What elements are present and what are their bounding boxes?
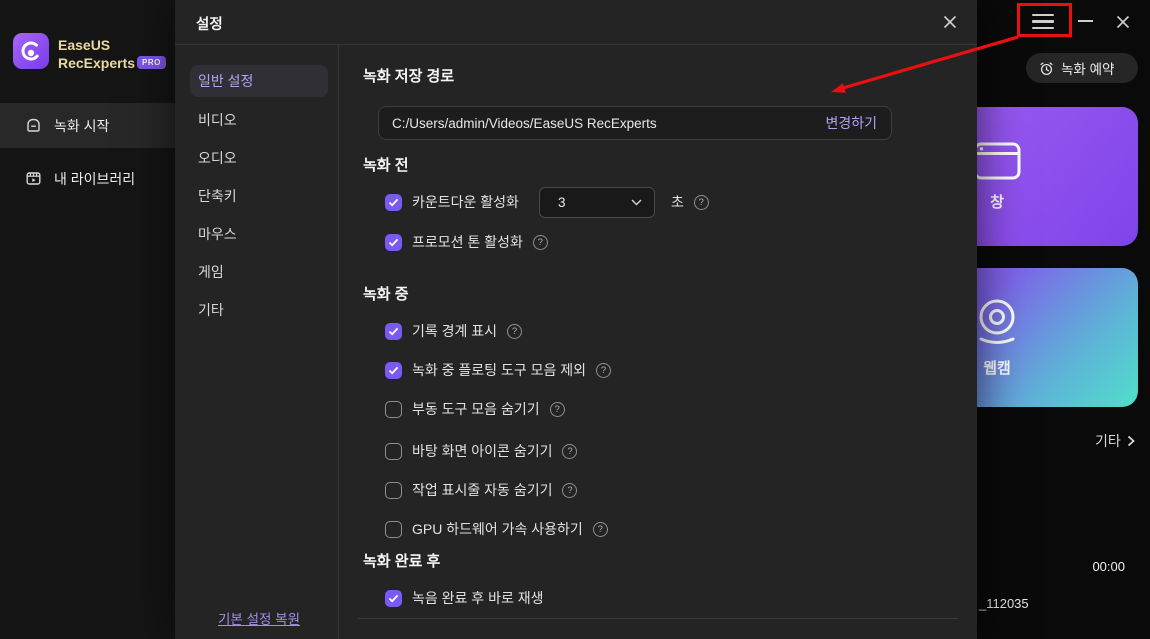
option-label: 기록 경계 표시: [412, 323, 498, 339]
help-icon[interactable]: [693, 194, 709, 210]
library-icon: [26, 172, 41, 185]
hide-floating-toolbar-checkbox[interactable]: [385, 400, 402, 418]
app-window: EaseUS RecExperts PRO 녹화 시작 내 라이브러리 녹화 예…: [0, 0, 1150, 639]
schedule-recording-label: 녹화 예약: [1061, 62, 1115, 77]
option-row-show-boundary: 기록 경계 표시: [385, 315, 523, 347]
dialog-bottom-divider: [358, 618, 958, 619]
option-row-play-after-recording: 녹음 완료 후 바로 재생: [385, 582, 543, 614]
option-label: 녹음 완료 후 바로 재생: [412, 590, 544, 606]
option-label: 바탕 화면 아이콘 숨기기: [412, 443, 553, 459]
card-label: 웹캠: [983, 360, 1011, 377]
help-icon[interactable]: [549, 401, 565, 417]
option-row-hide-desktop-icons: 바탕 화면 아이콘 숨기기: [385, 435, 578, 467]
red-highlight-box: [1017, 3, 1072, 37]
option-row-promotion-tone: 프로모션 톤 활성화: [385, 226, 548, 258]
dialog-nav-audio[interactable]: 오디오: [198, 148, 237, 166]
dialog-nav-other[interactable]: 기타: [198, 300, 224, 318]
sidebar: EaseUS RecExperts PRO 녹화 시작 내 라이브러리: [0, 0, 175, 639]
option-row-gpu-acceleration: GPU 하드웨어 가속 사용하기: [385, 513, 608, 545]
change-path-button[interactable]: 변경하기: [825, 113, 891, 133]
section-heading-after: 녹화 완료 후: [363, 553, 441, 570]
app-name: EaseUS RecExperts: [58, 36, 135, 72]
sidebar-item-my-library[interactable]: 내 라이브러리: [0, 156, 175, 201]
app-name-line1: EaseUS: [58, 37, 111, 53]
more-link[interactable]: 기타: [1095, 431, 1135, 451]
play-after-recording-checkbox[interactable]: [385, 589, 402, 607]
promotion-tone-checkbox[interactable]: [385, 233, 402, 251]
help-icon[interactable]: [596, 362, 612, 378]
seconds-suffix: 초: [670, 194, 684, 210]
sidebar-item-label: 녹화 시작: [54, 117, 110, 134]
countdown-seconds-dropdown[interactable]: 3: [538, 186, 655, 218]
sidebar-item-start-recording[interactable]: 녹화 시작: [0, 103, 175, 148]
home-icon: [27, 118, 40, 132]
more-label: 기타: [1095, 433, 1121, 449]
app-logo-icon: [13, 33, 49, 69]
option-label: 녹화 중 플로팅 도구 모음 제외: [412, 362, 587, 378]
pro-badge: PRO: [137, 56, 166, 69]
webcam-icon: [979, 299, 1015, 344]
sidebar-item-label: 내 라이브러리: [54, 170, 136, 187]
alarm-clock-icon: [1040, 61, 1053, 75]
option-label: 카운트다운 활성화: [412, 194, 519, 210]
help-icon[interactable]: [592, 521, 608, 537]
chevron-right-icon: [1127, 435, 1135, 447]
dialog-nav-mouse[interactable]: 마우스: [198, 224, 237, 242]
option-label: 프로모션 톤 활성화: [412, 234, 523, 250]
app-name-line2: RecExperts: [58, 55, 136, 71]
dialog-nav-divider: [338, 45, 339, 639]
show-boundary-checkbox[interactable]: [385, 322, 402, 340]
option-label: 부동 도구 모음 숨기기: [412, 401, 540, 417]
dialog-nav-video[interactable]: 비디오: [198, 110, 237, 128]
option-label: GPU 하드웨어 가속 사용하기: [412, 521, 583, 537]
gpu-acceleration-checkbox[interactable]: [385, 520, 402, 538]
option-row-countdown: 카운트다운 활성화 3 초: [385, 186, 709, 218]
help-icon[interactable]: [532, 234, 548, 250]
dropdown-value: 3: [557, 194, 566, 210]
save-path-value: C:/Users/admin/Videos/EaseUS RecExperts: [392, 115, 657, 131]
exclude-floating-toolbar-checkbox[interactable]: [385, 361, 402, 379]
section-heading-before: 녹화 전: [363, 157, 409, 174]
window-close-icon[interactable]: [1114, 13, 1132, 31]
chevron-down-icon: [631, 198, 654, 206]
countdown-checkbox[interactable]: [385, 193, 402, 211]
dialog-nav-general[interactable]: 일반 설정: [190, 65, 328, 97]
option-row-exclude-floating-toolbar: 녹화 중 플로팅 도구 모음 제외: [385, 354, 612, 386]
help-icon[interactable]: [562, 482, 578, 498]
section-heading-during: 녹화 중: [363, 286, 409, 303]
minimize-icon[interactable]: [1078, 20, 1093, 23]
dialog-header-divider: [175, 44, 977, 45]
option-label: 작업 표시줄 자동 숨기기: [412, 482, 553, 498]
restore-defaults-link[interactable]: 기본 설정 복원: [218, 608, 300, 628]
recording-filename: _112035: [979, 596, 1029, 611]
settings-dialog: 설정 일반 설정 비디오 오디오 단축키 마우스 게임 기타 녹화 저장 경로 …: [175, 0, 977, 639]
recording-duration: 00:00: [1092, 559, 1125, 574]
save-path-field[interactable]: C:/Users/admin/Videos/EaseUS RecExperts …: [378, 106, 892, 140]
help-icon[interactable]: [507, 323, 523, 339]
dialog-nav-hotkeys[interactable]: 단축키: [198, 186, 237, 204]
window-icon: [973, 142, 1021, 180]
dialog-title: 설정: [196, 17, 223, 33]
dialog-close-icon[interactable]: [941, 13, 959, 31]
card-label: 창: [990, 194, 1004, 211]
hide-desktop-icons-checkbox[interactable]: [385, 442, 402, 460]
help-icon[interactable]: [562, 443, 578, 459]
section-heading-save-path: 녹화 저장 경로: [363, 68, 455, 85]
option-row-hide-floating-toolbar: 부동 도구 모음 숨기기: [385, 393, 565, 425]
dialog-nav-game[interactable]: 게임: [198, 262, 224, 280]
schedule-recording-button[interactable]: 녹화 예약: [1026, 53, 1138, 83]
auto-hide-taskbar-checkbox[interactable]: [385, 481, 402, 499]
option-row-auto-hide-taskbar: 작업 표시줄 자동 숨기기: [385, 474, 578, 506]
dialog-nav-label: 일반 설정: [198, 73, 254, 89]
